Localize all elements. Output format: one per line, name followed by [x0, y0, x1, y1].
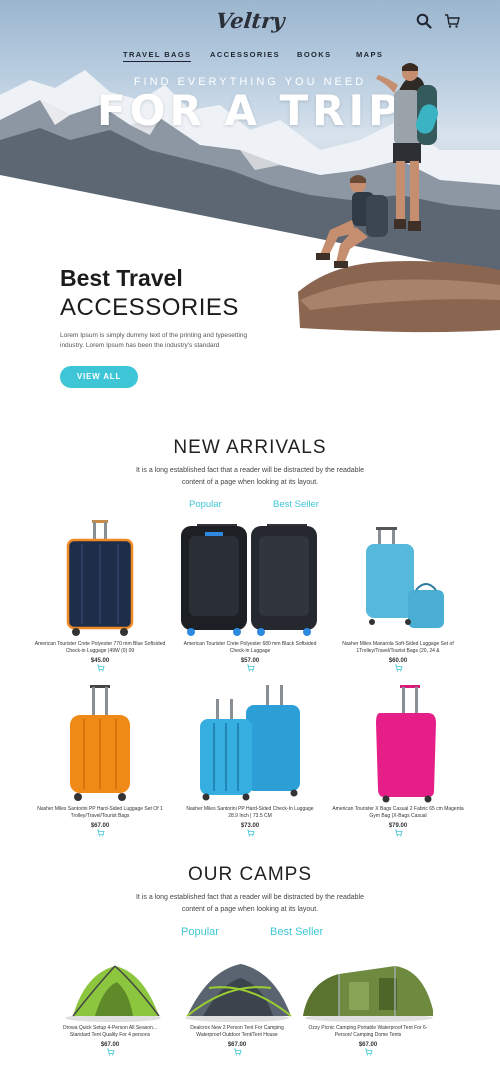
product-price: $67.00 — [358, 1042, 378, 1048]
new-arrivals-title: NEW ARRIVALS — [173, 437, 327, 458]
product-card[interactable]: American Tourister X Bags Casual 2 Fabri… — [328, 683, 468, 837]
product-price: $79.00 — [388, 823, 408, 829]
product-image-magenta-suitcase — [376, 685, 436, 803]
our-camps-title: OUR CAMPS — [187, 864, 313, 885]
product-card[interactable]: Nasher Miles Santorini PP Hard-Sided Lug… — [30, 683, 170, 837]
search-icon[interactable] — [416, 13, 432, 29]
cart-icon[interactable] — [444, 13, 460, 29]
product-card[interactable]: Dealcrox New 2 Person Tent For Camping W… — [176, 958, 298, 1056]
product-image-green-tent — [65, 965, 161, 1022]
product-card[interactable]: American Tourister Crete Polyester 770 m… — [30, 518, 170, 672]
product-name[interactable]: American Tourister X Bags Casual 2 Fabri… — [328, 806, 468, 820]
product-name[interactable]: American Tourister Crete Polyester 680 m… — [172, 641, 328, 655]
add-to-cart-icon[interactable] — [394, 829, 403, 837]
product-name[interactable]: Nasher Miles Santorini PP Hard-Sided Che… — [180, 806, 320, 820]
our-camps-description: It is a long established fact that a rea… — [135, 894, 365, 913]
product-price: $67.00 — [90, 823, 110, 829]
product-image-black-suitcases — [181, 524, 317, 636]
tab-popular[interactable]: Popular — [189, 499, 222, 510]
feature-description: Lorem Ipsum is simply dummy text of the … — [60, 332, 248, 349]
add-to-cart-icon[interactable] — [364, 1048, 373, 1056]
view-all-button[interactable]: VIEW ALL — [60, 366, 138, 388]
product-image-navy-suitcase — [66, 520, 134, 636]
product-name[interactable]: Nasher Miles Manarola Soft-Sided Luggage… — [328, 641, 468, 655]
new-arrivals-description: It is a long established fact that a rea… — [135, 467, 365, 486]
tab-popular[interactable]: Popular — [181, 926, 219, 938]
product-price: $57.00 — [240, 658, 260, 664]
product-name[interactable]: American Tourister Crete Polyester 770 m… — [30, 641, 170, 655]
add-to-cart-icon[interactable] — [96, 829, 105, 837]
add-to-cart-icon[interactable] — [246, 664, 255, 672]
product-name[interactable]: Dealcrox New 2 Person Tent For Camping W… — [176, 1025, 298, 1039]
product-image-large-family-tent — [303, 966, 433, 1022]
product-name[interactable]: Ozzy Picnic Camping Portable Waterproof … — [298, 1025, 438, 1039]
tab-best-seller[interactable]: Best Seller — [270, 926, 323, 938]
tab-best-seller[interactable]: Best Seller — [273, 499, 319, 510]
add-to-cart-icon[interactable] — [106, 1048, 115, 1056]
product-card[interactable]: Nasher Miles Santorini PP Hard-Sided Che… — [180, 683, 320, 837]
product-image-blue-luggage-set — [366, 527, 444, 628]
product-name[interactable]: Drowa Quick Setup 4-Person All Season...… — [50, 1025, 170, 1039]
hikers-image — [316, 63, 439, 268]
product-price: $73.00 — [240, 823, 260, 829]
product-price: $67.00 — [100, 1042, 120, 1048]
product-image-orange-suitcase — [70, 685, 130, 801]
add-to-cart-icon[interactable] — [246, 829, 255, 837]
nav-travel-bags[interactable]: TRAVEL BAGS — [123, 50, 192, 62]
product-card[interactable]: Drowa Quick Setup 4-Person All Season...… — [50, 958, 170, 1056]
product-price: $45.00 — [90, 658, 110, 664]
product-price: $60.00 — [388, 658, 408, 664]
add-to-cart-icon[interactable] — [233, 1048, 242, 1056]
product-image-blue-hardside-set — [200, 685, 300, 801]
add-to-cart-icon[interactable] — [96, 664, 105, 672]
product-image-grey-dome-tent — [185, 964, 292, 1022]
product-name[interactable]: Nasher Miles Santorini PP Hard-Sided Lug… — [30, 806, 170, 820]
feature-title-line2: ACCESSORIES — [60, 294, 239, 321]
product-card[interactable]: American Tourister Crete Polyester 680 m… — [172, 518, 328, 672]
feature-title-line1: Best Travel — [60, 265, 183, 291]
product-card[interactable]: Ozzy Picnic Camping Portable Waterproof … — [298, 958, 438, 1056]
product-price: $67.00 — [227, 1042, 247, 1048]
nav-accessories[interactable]: ACCESSORIES — [210, 50, 280, 59]
product-card[interactable]: Nasher Miles Manarola Soft-Sided Luggage… — [328, 518, 468, 672]
add-to-cart-icon[interactable] — [394, 664, 403, 672]
